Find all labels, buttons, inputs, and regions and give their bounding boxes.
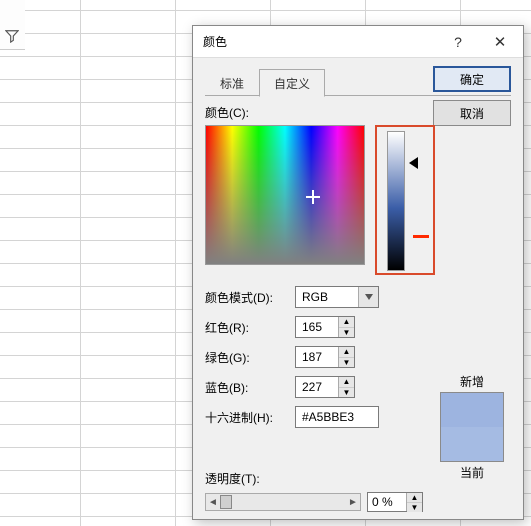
spin-up-icon[interactable]: ▲ bbox=[407, 493, 422, 503]
hex-label: 十六进制(H): bbox=[205, 409, 295, 426]
tab-bar: 标准 自定义 bbox=[205, 68, 511, 96]
hex-value: #A5BBE3 bbox=[302, 410, 354, 424]
filter-icon[interactable] bbox=[5, 29, 19, 43]
crosshair-icon bbox=[306, 190, 320, 204]
hue-sat-picker[interactable] bbox=[205, 125, 365, 265]
luminance-highlight bbox=[375, 125, 435, 275]
current-label: 当前 bbox=[460, 464, 484, 481]
green-label: 绿色(G): bbox=[205, 349, 295, 366]
red-stepper[interactable]: 165 ▲▼ bbox=[295, 316, 355, 338]
cancel-button[interactable]: 取消 bbox=[433, 100, 511, 126]
swatch-current bbox=[441, 427, 503, 461]
blue-stepper[interactable]: 227 ▲▼ bbox=[295, 376, 355, 398]
transparency-section: 透明度(T): ◄ ► 0 % ▲▼ bbox=[205, 462, 423, 513]
arrow-right-icon[interactable]: ► bbox=[346, 497, 360, 508]
blue-value[interactable]: 227 bbox=[296, 377, 338, 397]
preview-column: 新增 当前 bbox=[433, 373, 511, 483]
transparency-label: 透明度(T): bbox=[205, 470, 423, 487]
titlebar: 颜色 ? ✕ bbox=[193, 26, 523, 58]
close-button[interactable]: ✕ bbox=[479, 27, 521, 57]
transparency-slider[interactable]: ◄ ► bbox=[205, 493, 361, 511]
swatch-new bbox=[441, 393, 503, 427]
tab-custom[interactable]: 自定义 bbox=[259, 69, 325, 97]
spin-down-icon[interactable]: ▼ bbox=[339, 358, 354, 368]
help-button[interactable]: ? bbox=[437, 27, 479, 57]
spin-up-icon[interactable]: ▲ bbox=[339, 317, 354, 328]
red-label: 红色(R): bbox=[205, 319, 295, 336]
color-picker-area bbox=[205, 125, 511, 275]
color-swatch bbox=[440, 392, 504, 462]
chevron-down-icon[interactable] bbox=[358, 287, 378, 307]
dialog-title: 颜色 bbox=[203, 33, 437, 50]
dialog-body: 确定 取消 标准 自定义 颜色(C): 颜色模式(D): RGB bbox=[193, 58, 523, 519]
toolbar-fragment bbox=[0, 0, 25, 50]
spin-down-icon[interactable]: ▼ bbox=[339, 328, 354, 338]
spin-up-icon[interactable]: ▲ bbox=[339, 347, 354, 358]
green-stepper[interactable]: 187 ▲▼ bbox=[295, 346, 355, 368]
arrow-left-icon[interactable]: ◄ bbox=[206, 497, 220, 508]
spin-down-icon[interactable]: ▼ bbox=[407, 503, 422, 512]
triangle-left-icon[interactable] bbox=[409, 157, 418, 169]
green-value[interactable]: 187 bbox=[296, 347, 338, 367]
hex-field[interactable]: #A5BBE3 bbox=[295, 406, 379, 428]
red-value[interactable]: 165 bbox=[296, 317, 338, 337]
color-dialog: 颜色 ? ✕ 确定 取消 标准 自定义 颜色(C): bbox=[192, 25, 524, 520]
mode-label: 颜色模式(D): bbox=[205, 289, 295, 306]
spin-up-icon[interactable]: ▲ bbox=[339, 377, 354, 388]
luminance-slider[interactable] bbox=[387, 131, 405, 271]
mode-select[interactable]: RGB bbox=[295, 286, 379, 308]
tab-standard[interactable]: 标准 bbox=[205, 69, 259, 97]
slider-thumb[interactable] bbox=[220, 495, 232, 509]
new-label: 新增 bbox=[460, 373, 484, 390]
blue-label: 蓝色(B): bbox=[205, 379, 295, 396]
mode-value: RGB bbox=[296, 290, 358, 304]
luminance-marker bbox=[413, 235, 429, 238]
spin-down-icon[interactable]: ▼ bbox=[339, 388, 354, 398]
transparency-value[interactable]: 0 % bbox=[368, 493, 406, 511]
transparency-stepper[interactable]: 0 % ▲▼ bbox=[367, 492, 423, 512]
